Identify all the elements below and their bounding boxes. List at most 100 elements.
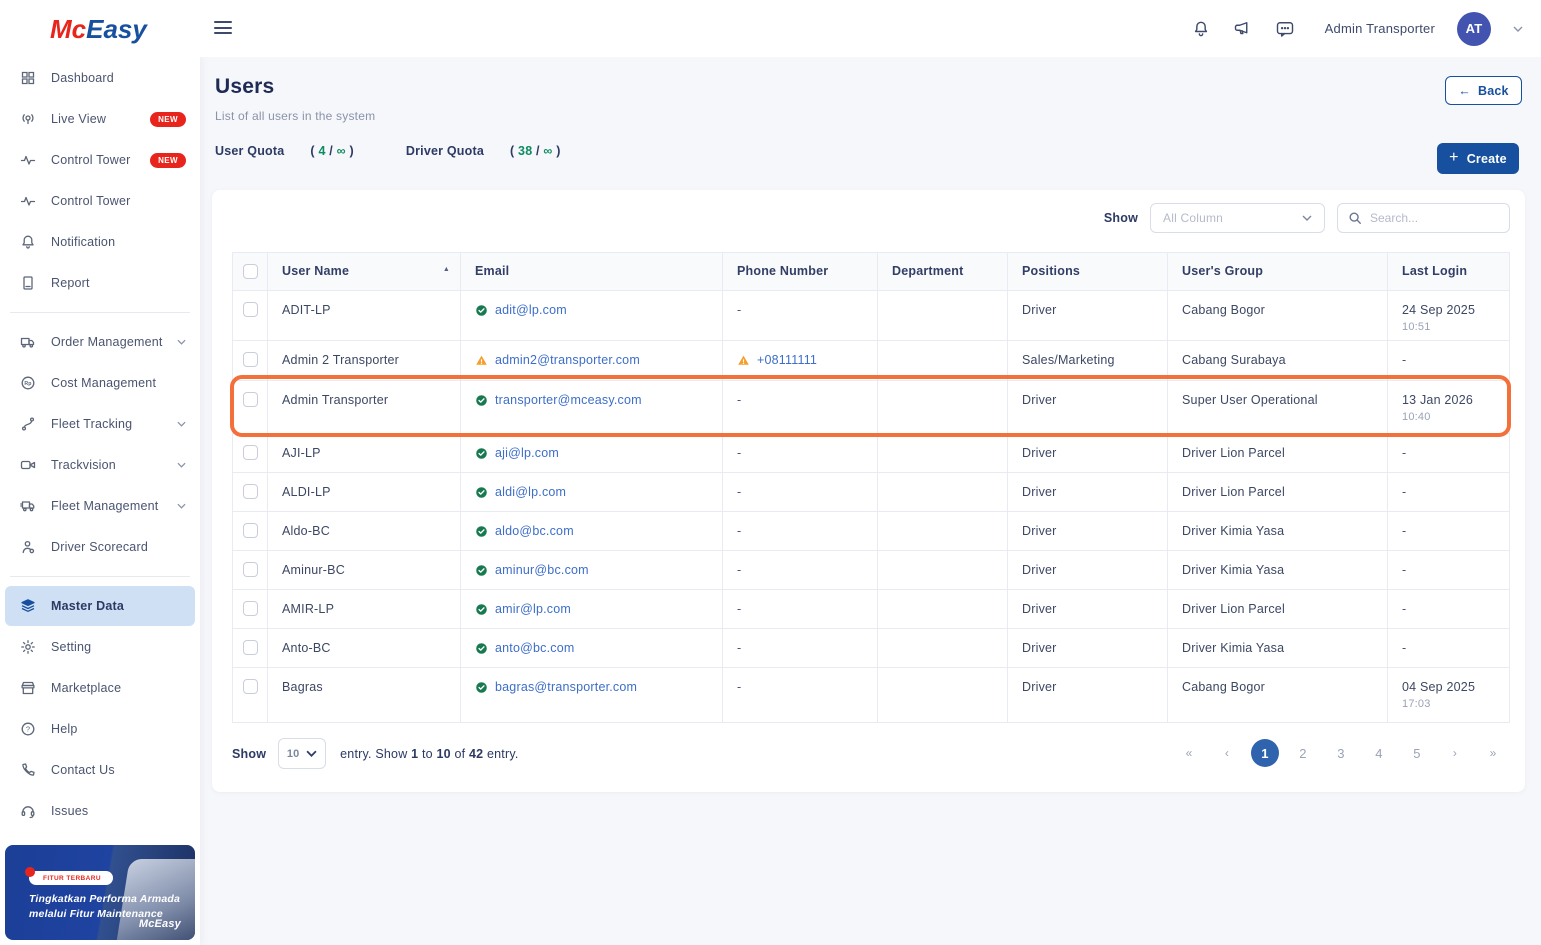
promo-banner[interactable]: FITUR TERBARU Tingkatkan Performa Armada… [5,845,195,940]
table-row-highlighted[interactable]: Admin Transporter transporter@mceasy.com… [232,380,1510,434]
row-checkbox[interactable] [242,445,258,460]
user-name-cell: AMIR-LP [267,589,461,629]
sidebar-item-contact-us[interactable]: Contact Us [0,750,200,790]
back-arrow-icon: ← [1458,83,1471,98]
table-row[interactable]: Admin 2 Transporter admin2@transporter.c… [232,340,1510,381]
email-link[interactable]: anto@bc.com [495,641,575,655]
phone-cell: - [722,667,878,723]
row-checkbox[interactable] [242,392,258,407]
table-row[interactable]: Bagras bagras@transporter.com - Driver C… [232,667,1510,723]
column-header-group[interactable]: User's Group [1167,252,1388,291]
pagination-last[interactable]: » [1479,739,1507,767]
sidebar-item-marketplace[interactable]: Marketplace [0,668,200,708]
megaphone-icon[interactable] [1233,19,1253,39]
table-row[interactable]: ALDI-LP aldi@lp.com - Driver Driver Lion… [232,472,1510,512]
row-checkbox[interactable] [242,679,258,694]
pagination-page-2[interactable]: 2 [1289,739,1317,767]
pagination-page-1[interactable]: 1 [1251,739,1279,767]
chat-icon[interactable] [1275,19,1295,39]
sidebar-item-report[interactable]: Report [0,263,200,303]
hamburger-menu-icon[interactable] [214,21,232,38]
table-row[interactable]: Aminur-BC aminur@bc.com - Driver Driver … [232,550,1510,590]
pagination-next[interactable]: › [1441,739,1469,767]
search-input[interactable] [1370,211,1490,225]
sidebar-item-setting[interactable]: Setting [0,627,200,667]
sidebar-item-driver-scorecard[interactable]: Driver Scorecard [0,527,200,567]
table-row[interactable]: AJI-LP aji@lp.com - Driver Driver Lion P… [232,433,1510,473]
driver-scorecard-icon [20,539,38,555]
sidebar-item-live-view[interactable]: Live View NEW [0,99,200,139]
bell-icon[interactable] [1191,19,1211,39]
row-checkbox[interactable] [242,640,258,655]
verified-icon [475,525,488,538]
group-cell: Cabang Surabaya [1167,340,1388,381]
department-cell [877,550,1008,590]
email-link[interactable]: admin2@transporter.com [495,353,640,367]
pagination-first[interactable]: « [1175,739,1203,767]
email-link[interactable]: aminur@bc.com [495,563,589,577]
email-link[interactable]: aldo@bc.com [495,524,574,538]
table-row[interactable]: Anto-BC anto@bc.com - Driver Driver Kimi… [232,628,1510,668]
chevron-down-icon[interactable] [1513,26,1523,32]
phone-cell: - [722,628,878,668]
sidebar-item-dashboard[interactable]: Dashboard [0,58,200,98]
pagination-page-3[interactable]: 3 [1327,739,1355,767]
column-filter-select[interactable]: All Column [1150,203,1325,233]
user-menu-name[interactable]: Admin Transporter [1325,21,1435,36]
sidebar-item-master-data[interactable]: Master Data [5,586,195,626]
table-row[interactable]: ADIT-LP adit@lp.com - Driver Cabang Bogo… [232,290,1510,341]
sidebar-item-cost-management[interactable]: Rp Cost Management [0,363,200,403]
email-link[interactable]: adit@lp.com [495,303,567,317]
column-header-last-login[interactable]: Last Login [1387,252,1510,291]
last-login-cell: - [1387,433,1510,473]
column-header-phone[interactable]: Phone Number [722,252,878,291]
positions-cell: Driver [1007,550,1168,590]
sidebar-item-help[interactable]: ? Help [0,709,200,749]
sidebar-item-control-tower-2[interactable]: Control Tower [0,181,200,221]
create-button[interactable]: + Create [1437,143,1519,174]
user-name-cell: Aldo-BC [267,511,461,551]
row-checkbox[interactable] [242,523,258,538]
email-link[interactable]: amir@lp.com [495,602,571,616]
master-data-icon [20,598,38,614]
pagination-prev[interactable]: ‹ [1213,739,1241,767]
mceasy-logo[interactable]: McEasy [50,14,147,45]
user-name-cell: ADIT-LP [267,290,461,341]
back-button[interactable]: ← Back [1445,76,1522,105]
column-header-email[interactable]: Email [460,252,723,291]
email-link[interactable]: transporter@mceasy.com [495,393,642,407]
page-size-select[interactable]: 10 [278,738,327,769]
row-checkbox[interactable] [242,302,258,317]
sidebar-item-control-tower[interactable]: Control Tower NEW [0,140,200,180]
new-badge: NEW [150,152,186,168]
sort-asc-icon[interactable]: ▲ [443,266,450,273]
warning-icon [737,354,750,367]
table-row[interactable]: Aldo-BC aldo@bc.com - Driver Driver Kimi… [232,511,1510,551]
row-checkbox[interactable] [242,601,258,616]
sidebar-item-issues[interactable]: Issues [0,791,200,831]
row-checkbox[interactable] [242,352,258,367]
column-header-positions[interactable]: Positions [1007,252,1168,291]
sidebar-item-fleet-tracking[interactable]: Fleet Tracking [0,404,200,444]
row-checkbox[interactable] [242,484,258,499]
positions-cell: Driver [1007,472,1168,512]
fleet-tracking-icon [20,416,38,432]
pagination-page-5[interactable]: 5 [1403,739,1431,767]
setting-icon [20,639,38,655]
avatar[interactable]: AT [1457,11,1491,46]
sidebar-item-notification[interactable]: Notification [0,222,200,262]
verified-icon [475,447,488,460]
select-all-checkbox[interactable] [242,264,258,279]
sidebar-item-trackvision[interactable]: Trackvision [0,445,200,485]
chevron-down-icon [177,339,186,345]
table-row[interactable]: AMIR-LP amir@lp.com - Driver Driver Lion… [232,589,1510,629]
email-link[interactable]: aldi@lp.com [495,485,566,499]
email-link[interactable]: bagras@transporter.com [495,680,637,694]
email-link[interactable]: aji@lp.com [495,446,559,460]
sidebar-item-fleet-management[interactable]: Fleet Management [0,486,200,526]
row-checkbox[interactable] [242,562,258,577]
pagination-page-4[interactable]: 4 [1365,739,1393,767]
column-header-user-name[interactable]: User Name ▲ [267,252,461,291]
sidebar-item-order-management[interactable]: Order Management [0,322,200,362]
column-header-department[interactable]: Department [877,252,1008,291]
